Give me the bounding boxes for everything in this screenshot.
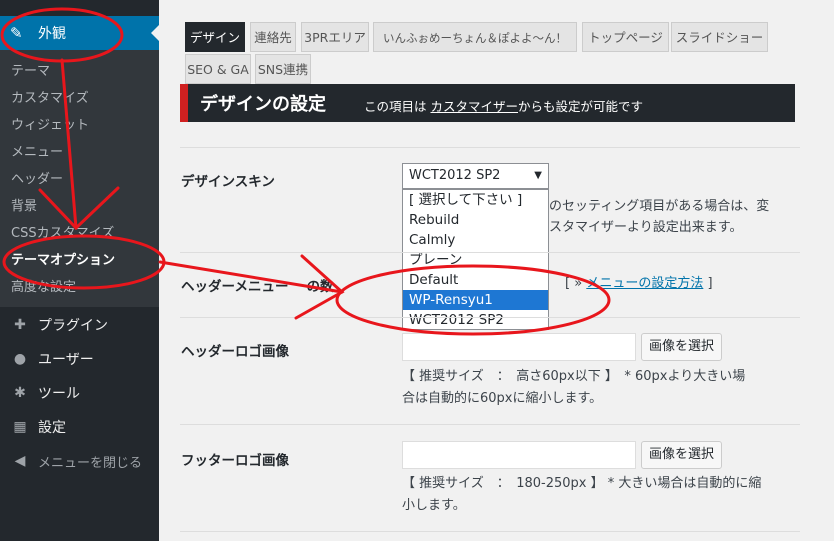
option-wct2012-sp2[interactable]: WCT2012 SP2 [403,310,548,330]
option-calmly[interactable]: Calmly [403,230,548,250]
banner-accent-bar [180,84,188,122]
tab-information[interactable]: いんふぉめーちょん＆ぽよよ～ん！ [373,22,577,52]
design-skin-selected: WCT2012 SP2 [409,168,501,183]
menu-item-label: ツール [38,386,80,402]
menu-item-label: プラグイン [38,318,108,334]
collapse-icon: ◀ [14,453,26,469]
submenu-item-css-customize[interactable]: CSSカスタマイズ [0,220,159,247]
submenu-item-theme[interactable]: テーマ [0,58,159,85]
submenu-item-advanced[interactable]: 高度な設定 [0,274,159,301]
design-skin-desc-2: スタマイザーより設定出来ます。 [549,220,743,235]
option-rebuild[interactable]: Rebuild [403,210,548,230]
appearance-submenu: テーマ カスタマイズ ウィジェット メニュー ヘッダー 背景 CSSカスタマイズ… [0,50,159,307]
submenu-item-header[interactable]: ヘッダー [0,166,159,193]
menu-item-users[interactable]: ● ユーザー [0,342,159,376]
tab-3pr-area[interactable]: 3PRエリア [301,22,369,52]
divider [180,147,800,148]
design-skin-options: [ 選択して下さい ] Rebuild Calmly プレーン Default … [402,189,549,330]
menu-item-settings[interactable]: ▦ 設定 [0,410,159,444]
footer-logo-desc-2: 小します。 [402,498,466,513]
dropdown-arrow-icon: ▼ [534,170,542,181]
tab-slideshow[interactable]: スライドショー [671,22,768,52]
admin-main-menu: ✚ プラグイン ● ユーザー ✱ ツール ▦ 設定 ◀ メニューを閉じる [0,308,159,478]
footer-logo-desc-1: 【 推奨サイズ ： 180-250px 】 * 大きい場合は自動的に縮 [402,476,762,491]
admin-sidebar: ✎ 外観 テーマ カスタマイズ ウィジェット メニュー ヘッダー 背景 CSSカ… [0,0,159,541]
section-banner: デザインの設定 この項目は カスタマイザーからも設定が可能です [180,84,795,122]
header-logo-label: ヘッダーロゴ画像 [181,344,289,360]
submenu-item-menus[interactable]: メニュー [0,139,159,166]
menu-item-label: 設定 [38,420,66,436]
option-default[interactable]: Default [403,270,548,290]
user-icon: ● [13,351,27,367]
note-prefix: この項目は [364,99,427,114]
submenu-item-background[interactable]: 背景 [0,193,159,220]
link-bracket-open: [ » [565,276,583,291]
plugin-icon: ✚ [14,317,26,333]
design-skin-select[interactable]: WCT2012 SP2 ▼ [402,163,549,189]
header-logo-desc-2: 合は自動的に60pxに縮小します。 [402,391,603,406]
option-select-prompt[interactable]: [ 選択して下さい ] [403,190,548,210]
menu-setup-link[interactable]: メニューの設定方法 [586,276,703,291]
tab-sns[interactable]: SNS連携 [255,54,311,84]
collapse-menu-button[interactable]: ◀ メニューを閉じる [0,444,159,478]
section-title: デザインの設定 [200,94,326,115]
divider [180,424,800,425]
collapse-menu-label: メニューを閉じる [38,455,143,471]
section-note: この項目は カスタマイザーからも設定が可能です [364,96,643,115]
link-bracket-close: ] [707,276,713,291]
wrench-icon: ✱ [14,385,26,401]
footer-logo-input[interactable] [402,441,636,469]
tab-top-page[interactable]: トップページ [582,22,669,52]
tab-seo-ga[interactable]: SEO & GA [185,54,251,84]
main-content: デザイン 連絡先 3PRエリア いんふぉめーちょん＆ぽよよ～ん！ トップページ … [159,0,834,541]
current-menu-arrow [151,25,159,41]
menu-item-tools[interactable]: ✱ ツール [0,376,159,410]
design-skin-label: デザインスキン [181,174,275,190]
header-logo-desc-1: 【 推奨サイズ ： 高さ60px以下 】 * 60pxより大きい場 [402,369,746,384]
footer-logo-select-button[interactable]: 画像を選択 [641,441,723,469]
design-skin-desc-1: のセッティング項目がある場合は、変 [549,199,770,214]
submenu-item-customize[interactable]: カスタマイズ [0,85,159,112]
menu-item-appearance[interactable]: ✎ 外観 [0,16,159,50]
menu-item-label: ユーザー [38,352,94,368]
menu-item-plugins[interactable]: ✚ プラグイン [0,308,159,342]
divider [180,252,800,253]
header-logo-select-button[interactable]: 画像を選択 [641,333,723,361]
menu-item-label: 外観 [38,26,66,42]
header-menu-label-text: ヘッダーメニュー [181,279,289,295]
header-logo-input[interactable] [402,333,636,361]
divider [180,317,800,318]
customizer-link[interactable]: カスタマイザー [431,99,519,114]
tab-contact[interactable]: 連絡先 [250,22,296,52]
header-menu-label-tail: の数 [306,279,334,295]
header-menu-label: ヘッダーメニュー の数 [181,275,333,295]
submenu-item-theme-options[interactable]: テーマオプション [0,247,159,274]
option-plain[interactable]: プレーン [403,250,548,270]
menu-setup-link-wrap: [ » メニューの設定方法 ] [565,273,713,294]
settings-icon: ▦ [13,419,27,435]
divider [180,531,800,532]
note-suffix: からも設定が可能です [518,99,644,114]
paintbrush-icon: ✎ [10,24,23,42]
tab-design[interactable]: デザイン [185,22,245,52]
footer-logo-label: フッターロゴ画像 [181,453,289,469]
option-wp-rensyu1[interactable]: WP-Rensyu1 [403,290,548,310]
submenu-item-widgets[interactable]: ウィジェット [0,112,159,139]
